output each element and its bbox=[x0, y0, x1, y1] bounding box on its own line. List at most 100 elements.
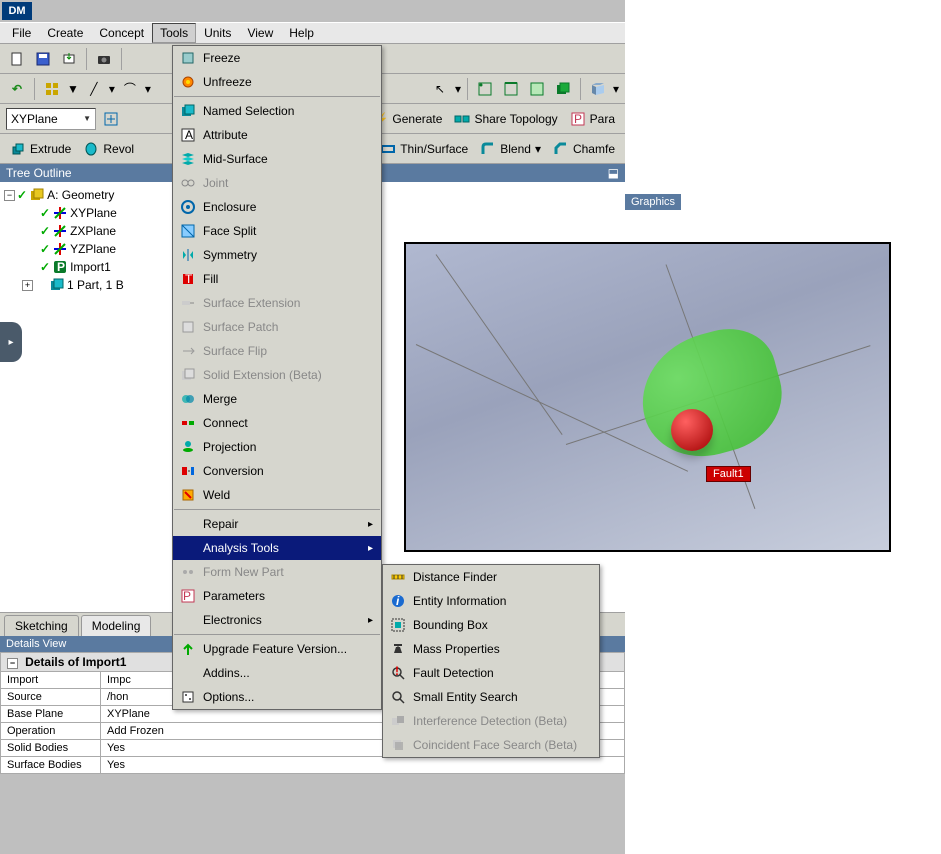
new-icon[interactable] bbox=[6, 48, 28, 70]
cursor-icon[interactable]: ↖ bbox=[429, 78, 451, 100]
menu-tools[interactable]: Tools bbox=[152, 23, 196, 43]
check-icon: ✓ bbox=[40, 224, 50, 238]
surface-extension-icon bbox=[179, 294, 197, 312]
menu-item-repair[interactable]: Repair bbox=[173, 512, 381, 536]
select-body-icon[interactable] bbox=[552, 78, 574, 100]
grid-icon[interactable] bbox=[41, 78, 63, 100]
tree-root-label: A: Geometry bbox=[47, 188, 114, 202]
chamfer-button[interactable]: Chamfe bbox=[549, 141, 619, 157]
tab-modeling[interactable]: Modeling bbox=[81, 615, 152, 636]
svg-text:P: P bbox=[183, 589, 191, 603]
submenu-item-distance-finder[interactable]: Distance Finder bbox=[383, 565, 599, 589]
analysis-tools-submenu: Distance FinderiEntity InformationBoundi… bbox=[382, 564, 600, 758]
submenu-item-fault-detection[interactable]: !Fault Detection bbox=[383, 661, 599, 685]
thin-surface-button[interactable]: Thin/Surface bbox=[376, 141, 472, 157]
connect-icon bbox=[179, 414, 197, 432]
revolve-button[interactable]: Revol bbox=[79, 141, 138, 157]
blend-button[interactable]: Blend ▾ bbox=[476, 141, 545, 157]
menu-item-mid-surface[interactable]: Mid-Surface bbox=[173, 147, 381, 171]
svg-text:P: P bbox=[57, 260, 65, 274]
blank-icon bbox=[179, 539, 197, 557]
menu-item-conversion[interactable]: Conversion bbox=[173, 459, 381, 483]
menu-file[interactable]: File bbox=[4, 23, 39, 43]
select-face-icon[interactable] bbox=[526, 78, 548, 100]
svg-text:T: T bbox=[185, 272, 193, 286]
menu-concept[interactable]: Concept bbox=[91, 23, 152, 43]
submenu-item-mass-properties[interactable]: Mass Properties bbox=[383, 637, 599, 661]
menu-item-analysis-tools[interactable]: Analysis Tools bbox=[173, 536, 381, 560]
submenu-item-bounding-box[interactable]: Bounding Box bbox=[383, 613, 599, 637]
export-icon[interactable] bbox=[58, 48, 80, 70]
plane-selector[interactable]: XYPlane bbox=[6, 108, 96, 130]
arc-tool-icon[interactable]: ⌒ bbox=[119, 78, 141, 100]
tab-sketching[interactable]: Sketching bbox=[4, 615, 79, 636]
parameters-button[interactable]: PPara bbox=[566, 111, 619, 127]
details-row[interactable]: Surface BodiesYes bbox=[1, 757, 625, 774]
menubar: FileCreateConceptToolsUnitsViewHelp bbox=[0, 22, 625, 44]
line-tool-icon[interactable]: ╱ bbox=[83, 78, 105, 100]
select-vertex-icon[interactable] bbox=[474, 78, 496, 100]
menu-item-named-selection[interactable]: Named Selection bbox=[173, 99, 381, 123]
part-icon bbox=[49, 277, 65, 293]
fill-icon: T bbox=[179, 270, 197, 288]
menu-item-merge[interactable]: Merge bbox=[173, 387, 381, 411]
bounding-box-icon bbox=[389, 616, 407, 634]
extrude-button[interactable]: Extrude bbox=[6, 141, 75, 157]
menu-item-enclosure[interactable]: Enclosure bbox=[173, 195, 381, 219]
menu-view[interactable]: View bbox=[239, 23, 281, 43]
pin-icon[interactable]: ⬓ bbox=[608, 166, 619, 180]
enclosure-icon bbox=[179, 198, 197, 216]
expand-icon[interactable]: + bbox=[22, 280, 33, 291]
menu-item-symmetry[interactable]: Symmetry bbox=[173, 243, 381, 267]
fault-label: Fault1 bbox=[706, 466, 751, 482]
mass-properties-icon bbox=[389, 640, 407, 658]
menu-item-addins-[interactable]: Addins... bbox=[173, 661, 381, 685]
sketch-icon[interactable] bbox=[100, 108, 122, 130]
menu-item-projection[interactable]: Projection bbox=[173, 435, 381, 459]
distance-finder-icon bbox=[389, 568, 407, 586]
camera-icon[interactable] bbox=[93, 48, 115, 70]
collapse-icon[interactable]: − bbox=[4, 190, 15, 201]
parameters-icon: P bbox=[179, 587, 197, 605]
menu-item-electronics[interactable]: Electronics bbox=[173, 608, 381, 632]
save-icon[interactable] bbox=[32, 48, 54, 70]
left-expand-handle[interactable] bbox=[0, 322, 22, 362]
interference-icon bbox=[389, 712, 407, 730]
menu-item-freeze[interactable]: Freeze bbox=[173, 46, 381, 70]
submenu-item-entity-information[interactable]: iEntity Information bbox=[383, 589, 599, 613]
menu-item-parameters[interactable]: PParameters bbox=[173, 584, 381, 608]
plane-icon bbox=[52, 205, 68, 221]
menu-item-face-split[interactable]: Face Split bbox=[173, 219, 381, 243]
fault-marker bbox=[671, 409, 713, 451]
small-entity-search-icon bbox=[389, 688, 407, 706]
submenu-item-interference-detection-beta-: Interference Detection (Beta) bbox=[383, 709, 599, 733]
mid-surface-icon bbox=[179, 150, 197, 168]
geometry-icon bbox=[29, 187, 45, 203]
menu-item-surface-patch: Surface Patch bbox=[173, 315, 381, 339]
unfreeze-icon bbox=[179, 73, 197, 91]
menu-help[interactable]: Help bbox=[281, 23, 322, 43]
menu-item-options-[interactable]: Options... bbox=[173, 685, 381, 709]
menu-item-attribute[interactable]: AAttribute bbox=[173, 123, 381, 147]
menu-item-upgrade-feature-version-[interactable]: Upgrade Feature Version... bbox=[173, 637, 381, 661]
submenu-item-small-entity-search[interactable]: Small Entity Search bbox=[383, 685, 599, 709]
select-edge-icon[interactable] bbox=[500, 78, 522, 100]
menu-item-fill[interactable]: TFill bbox=[173, 267, 381, 291]
named-selection-icon bbox=[179, 102, 197, 120]
box-select-icon[interactable] bbox=[587, 78, 609, 100]
menu-item-connect[interactable]: Connect bbox=[173, 411, 381, 435]
share-topology-button[interactable]: Share Topology bbox=[450, 111, 561, 127]
menu-create[interactable]: Create bbox=[39, 23, 91, 43]
menu-units[interactable]: Units bbox=[196, 23, 239, 43]
titlebar: DM bbox=[0, 0, 625, 22]
projection-icon bbox=[179, 438, 197, 456]
undo-icon[interactable]: ↶ bbox=[6, 78, 28, 100]
options-icon bbox=[179, 688, 197, 706]
blank-icon bbox=[179, 664, 197, 682]
highlighted-face bbox=[628, 318, 794, 470]
upgrade-icon bbox=[179, 640, 197, 658]
plane-icon bbox=[52, 241, 68, 257]
menu-item-weld[interactable]: Weld bbox=[173, 483, 381, 507]
menu-item-unfreeze[interactable]: Unfreeze bbox=[173, 70, 381, 94]
menu-item-joint: Joint bbox=[173, 171, 381, 195]
